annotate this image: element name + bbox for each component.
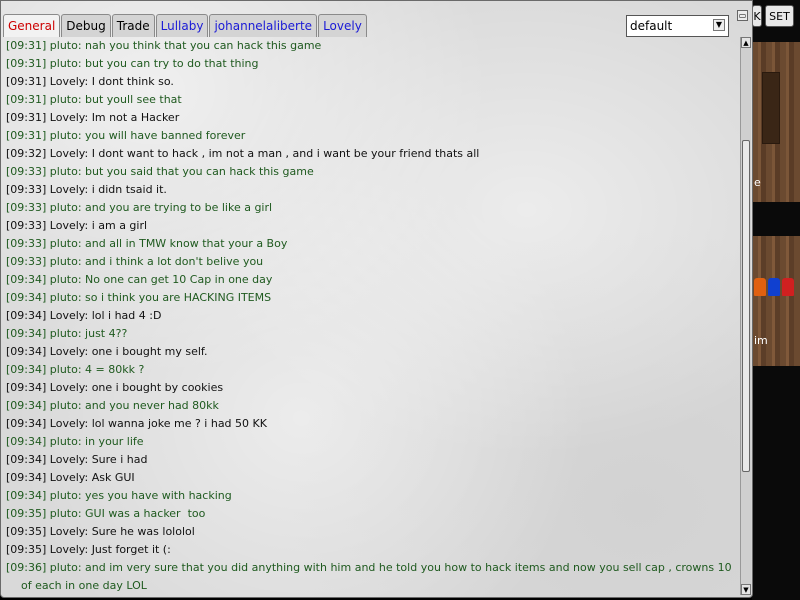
chat-message-text: [09:31] pluto: but youll see that — [6, 93, 182, 106]
shop-shirts — [754, 278, 800, 300]
scroll-down-icon[interactable]: ▼ — [741, 584, 751, 595]
chat-message: [09:33] Lovely: i am a girl — [3, 217, 739, 235]
tab-lovely[interactable]: Lovely — [318, 14, 367, 37]
chat-message: [09:34] pluto: just 4?? — [3, 325, 739, 343]
chat-message-text: [09:35] Lovely: Sure he was lololol — [6, 525, 195, 538]
chat-message: [09:34] pluto: 4 = 80kk ? — [3, 361, 739, 379]
chat-message: [09:33] pluto: but you said that you can… — [3, 163, 739, 181]
chevron-down-icon[interactable]: ▼ — [713, 19, 725, 31]
chat-message-text: [09:34] Lovely: Sure i had — [6, 453, 148, 466]
chat-message-continuation: of each in one day LOL — [21, 579, 147, 592]
tab-debug[interactable]: Debug — [61, 14, 111, 37]
chat-message-text: [09:33] pluto: and you are trying to be … — [6, 201, 273, 214]
chat-message: [09:34] Lovely: one i bought my self. — [3, 343, 739, 361]
chat-message: [09:31] Lovely: Im not a Hacker — [3, 109, 739, 127]
tab-general[interactable]: General — [3, 14, 61, 37]
chat-message: [09:34] pluto: No one can get 10 Cap in … — [3, 271, 739, 289]
tab-trade[interactable]: Trade — [111, 14, 155, 37]
chat-message-text: [09:31] pluto: nah you think that you ca… — [6, 39, 322, 52]
chat-message: [09:33] pluto: and all in TMW know that … — [3, 235, 739, 253]
scroll-thumb[interactable] — [742, 140, 750, 472]
chat-message: [09:31] pluto: but youll see that — [3, 91, 739, 109]
chat-message: [09:31] pluto: you will have banned fore… — [3, 127, 739, 145]
chat-message: [09:34] pluto: yes you have with hacking — [3, 487, 739, 505]
minimize-icon[interactable]: ▭ — [737, 10, 748, 21]
chat-message-text: [09:34] pluto: just 4?? — [6, 327, 128, 340]
chat-message: [09:35] Lovely: Just forget it (: — [3, 541, 739, 559]
chat-message-text: [09:34] pluto: in your life — [6, 435, 144, 448]
shirt-item — [782, 278, 794, 296]
chat-message-text: [09:33] pluto: but you said that you can… — [6, 165, 314, 178]
chat-message-text: [09:34] pluto: and you never had 80kk — [6, 399, 219, 412]
chat-message: [09:35] pluto: GUI was a hacker too — [3, 505, 739, 523]
chat-message-text: [09:34] pluto: No one can get 10 Cap in … — [6, 273, 273, 286]
chat-message: [09:31] pluto: nah you think that you ca… — [3, 37, 739, 55]
chat-message: [09:33] pluto: and you are trying to be … — [3, 199, 739, 217]
tab-johannelaliberte[interactable]: johannelaliberte — [209, 14, 318, 37]
chat-window: ▭ General Debug Trade Lullaby johannelaliber… — [0, 0, 753, 598]
chat-message-text: [09:35] pluto: GUI was a hacker too — [6, 507, 206, 520]
chat-message-text: [09:34] Lovely: lol wanna joke me ? i ha… — [6, 417, 267, 430]
chat-message: [09:34] pluto: and you never had 80kk — [3, 397, 739, 415]
chat-message: [09:34] Lovely: Ask GUI — [3, 469, 739, 487]
chat-message: [09:33] Lovely: i didn tsaid it. — [3, 181, 739, 199]
chat-message: [09:31] Lovely: I dont think so. — [3, 73, 739, 91]
chat-scrollbar[interactable]: ▲ ▼ — [740, 37, 751, 595]
chat-message-text: [09:33] Lovely: i am a girl — [6, 219, 148, 232]
chat-message-text: [09:35] Lovely: Just forget it (: — [6, 543, 171, 556]
chat-message-text: [09:34] pluto: yes you have with hacking — [6, 489, 232, 502]
chat-message: [09:35] Lovely: Sure he was lololol — [3, 523, 739, 541]
chat-message: [09:36] pluto: and im very sure that you… — [3, 559, 739, 595]
scroll-up-icon[interactable]: ▲ — [741, 37, 751, 48]
chat-message-text: [09:36] pluto: and im very sure that you… — [6, 561, 732, 574]
chat-message-text: [09:33] Lovely: i didn tsaid it. — [6, 183, 167, 196]
chat-message-text: [09:34] Lovely: one i bought by cookies — [6, 381, 224, 394]
chat-message-text: [09:34] Lovely: one i bought my self. — [6, 345, 208, 358]
channel-dropdown-value: default — [630, 19, 673, 33]
chat-message-text: [09:34] pluto: so i think you are HACKIN… — [6, 291, 272, 304]
chat-message-text: [09:33] pluto: and all in TMW know that … — [6, 237, 288, 250]
chat-message: [09:34] Lovely: lol wanna joke me ? i ha… — [3, 415, 739, 433]
shirt-item — [768, 278, 780, 296]
chat-message: [09:34] pluto: in your life — [3, 433, 739, 451]
chat-message: [09:34] Lovely: lol i had 4 :D — [3, 307, 739, 325]
npc-name-fragment: im — [754, 334, 768, 347]
chat-tab-bar: General Debug Trade Lullaby johannelaliberte… — [3, 14, 368, 37]
chat-message: [09:33] pluto: and i think a lot don't b… — [3, 253, 739, 271]
chat-message-text: [09:34] pluto: 4 = 80kk ? — [6, 363, 145, 376]
chat-message: [09:34] pluto: so i think you are HACKIN… — [3, 289, 739, 307]
chat-message-text: [09:32] Lovely: I dont want to hack , im… — [6, 147, 480, 160]
chat-message: [09:34] Lovely: one i bought by cookies — [3, 379, 739, 397]
chat-message-text: [09:31] Lovely: Im not a Hacker — [6, 111, 180, 124]
shirt-item — [754, 278, 766, 296]
partial-button[interactable]: K — [752, 5, 762, 27]
chat-message-text: [09:33] pluto: and i think a lot don't b… — [6, 255, 264, 268]
tab-lullaby[interactable]: Lullaby — [155, 14, 209, 37]
setup-button[interactable]: SET — [765, 5, 794, 27]
chat-message: [09:31] pluto: but you can try to do tha… — [3, 55, 739, 73]
chat-message-text: [09:34] Lovely: Ask GUI — [6, 471, 135, 484]
chat-message-text: [09:34] Lovely: lol i had 4 :D — [6, 309, 162, 322]
channel-dropdown[interactable]: default ▼ — [626, 15, 729, 37]
chat-log: [09:31] pluto: nah you think that you ca… — [3, 37, 739, 595]
chat-message: [09:34] Lovely: Sure i had — [3, 451, 739, 469]
chat-message-text: [09:31] Lovely: I dont think so. — [6, 75, 174, 88]
chat-message-text: [09:31] pluto: but you can try to do tha… — [6, 57, 259, 70]
chat-message: [09:32] Lovely: I dont want to hack , im… — [3, 145, 739, 163]
chat-message-text: [09:31] pluto: you will have banned fore… — [6, 129, 246, 142]
